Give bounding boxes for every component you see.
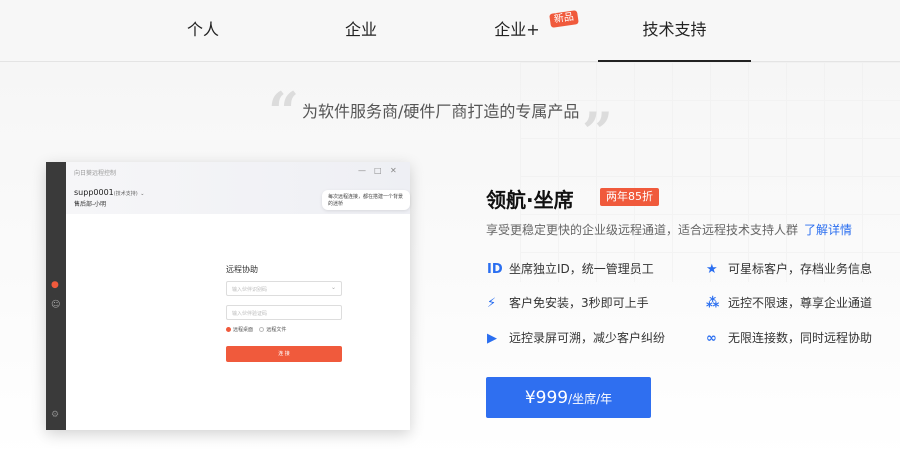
star-icon: ★ (706, 262, 718, 277)
user-id-text: supp0001 (74, 188, 114, 197)
feature-text: 坐席独立ID，统一管理员工 (509, 262, 654, 276)
radio-file (259, 327, 265, 332)
chevron-down-icon: ⌄ (140, 191, 145, 197)
grid-decoration (520, 62, 900, 282)
tip-bubble: 每次远程连接，都在搭建一个背景的迷桥 (322, 190, 410, 210)
video-icon: ▶ (487, 331, 497, 346)
buy-price-button[interactable]: ¥999/坐席/年 (486, 377, 651, 418)
app-sidebar: ● ☺ ⚙ (46, 162, 66, 430)
feature-text: 远控不限速，尊享企业通道 (728, 296, 873, 310)
chevron-down-icon: ⌄ (330, 284, 336, 291)
verify-code-placeholder: 输入伙伴验证码 (232, 311, 268, 317)
infinity-icon: ∞ (706, 331, 717, 346)
learn-more-link[interactable]: 了解详情 (804, 223, 852, 237)
top-nav: 个人 企业 企业+ 新品 技术支持 (0, 0, 900, 62)
feature-text: 客户免安装，3秒即可上手 (509, 296, 649, 310)
user-dept: 售后部-小明 (74, 201, 107, 208)
feature-text: 可星标客户，存档业务信息 (728, 262, 873, 276)
radio-desktop-label: 远程桌面 (233, 327, 254, 333)
user-id: supp0001(技术支持) ⌄ (74, 188, 144, 197)
partner-id-placeholder: 输入伙伴识别码 (232, 287, 268, 293)
close-icon: ✕ (390, 166, 397, 175)
open-quote-icon: “ (268, 80, 300, 144)
feature-text: 无限连接数，同时远程协助 (728, 331, 873, 345)
product-desc-text: 享受更稳定更快的企业级远程通道，适合远程技术支持人群 (486, 223, 799, 237)
partner-id-input: 输入伙伴识别码 ⌄ (226, 281, 342, 296)
connect-button: 连 接 (226, 346, 342, 362)
contacts-icon: ☺ (51, 300, 61, 310)
feature-item: ⚡ 客户免安装，3秒即可上手 (487, 294, 649, 311)
price-value: ¥999 (524, 388, 569, 408)
close-quote-icon: ” (582, 100, 614, 164)
radio-file-label: 远程文件 (266, 327, 287, 333)
verify-code-input: 输入伙伴验证码 (226, 305, 342, 320)
maximize-icon: □ (374, 166, 382, 175)
tab-enterprise[interactable]: 企业 (328, 0, 394, 62)
network-icon: ⁂ (706, 296, 720, 311)
chat-icon: ● (51, 280, 59, 290)
feature-item: ⁂ 远控不限速，尊享企业通道 (706, 294, 872, 311)
user-role: (技术支持) (113, 191, 138, 197)
app-window-title: 向日葵远程控制 (74, 170, 117, 177)
product-name: 领航·坐席 (486, 188, 574, 212)
radio-desktop (226, 327, 231, 332)
product-description: 享受更稳定更快的企业级远程通道，适合远程技术支持人群 了解详情 (486, 221, 852, 238)
minimize-icon: — (358, 166, 366, 175)
tab-personal[interactable]: 个人 (170, 0, 236, 62)
form-title: 远程协助 (226, 265, 258, 274)
hero-slogan: 为软件服务商/硬件厂商打造的专属产品 (302, 102, 580, 121)
tab-tech-support[interactable]: 技术支持 (598, 0, 751, 62)
price-unit: /坐席/年 (568, 392, 613, 406)
feature-item: ▶ 远控录屏可溯，减少客户纠纷 (487, 329, 665, 346)
tab-enterprise-plus[interactable]: 企业+ (484, 0, 550, 62)
feature-item: ★ 可星标客户，存档业务信息 (706, 260, 872, 277)
new-badge: 新品 (549, 10, 579, 28)
mode-radio-group: 远程桌面 远程文件 (226, 326, 286, 333)
lightning-icon: ⚡ (487, 296, 497, 311)
feature-text: 远控录屏可溯，减少客户纠纷 (509, 331, 666, 345)
feature-item: ∞ 无限连接数，同时远程协助 (706, 329, 872, 346)
discount-badge: 两年85折 (600, 188, 659, 206)
app-preview-window: ● ☺ ⚙ 向日葵远程控制 — □ ✕ supp0001(技术支持) ⌄ 售后部… (46, 162, 410, 430)
settings-gear-icon: ⚙ (51, 410, 60, 420)
id-icon: ID (487, 262, 503, 277)
feature-item: ID 坐席独立ID，统一管理员工 (487, 260, 654, 277)
